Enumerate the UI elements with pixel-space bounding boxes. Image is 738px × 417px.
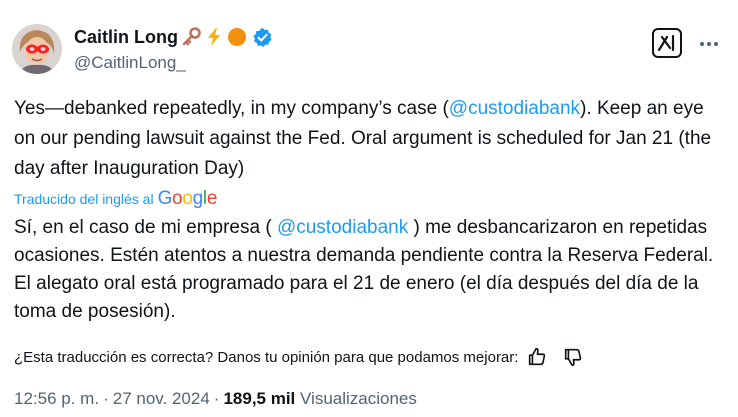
tweet-date[interactable]: 27 nov. 2024 — [113, 389, 210, 408]
translated-by-label: Traducido del inglés al — [14, 191, 154, 207]
key-emoji-icon — [181, 27, 201, 47]
thumbs-down-icon[interactable] — [562, 346, 584, 368]
meta-separator-2: · — [213, 389, 220, 408]
translated-text-part-1: Sí, en el caso de mi empresa ( — [14, 217, 277, 238]
avatar-image — [12, 24, 62, 74]
translated-mention-link[interactable]: @custodiabank — [277, 217, 408, 238]
google-logo: Google — [157, 188, 218, 209]
views-count: 189,5 mil — [223, 389, 296, 408]
translated-text: Sí, en el caso de mi empresa ( @custodia… — [14, 214, 726, 326]
translated-by-row: Traducido del inglés al Google — [14, 188, 217, 210]
avatar[interactable] — [12, 24, 62, 74]
author-display-name[interactable]: Caitlin Long — [74, 27, 178, 48]
tweet-time[interactable]: 12:56 p. m. — [14, 389, 99, 408]
author-handle[interactable]: @CaitlinLong_ — [74, 53, 186, 73]
orange-circle-emoji-icon — [227, 27, 247, 47]
mention-link[interactable]: @custodiabank — [449, 98, 580, 119]
more-dots-icon — [700, 42, 718, 46]
author-name-row: Caitlin Long — [74, 24, 273, 50]
translation-feedback-question: ¿Esta traducción es correcta? Danos tu o… — [14, 348, 519, 366]
meta-separator: · — [103, 389, 109, 408]
tweet-meta-row: 12:56 p. m. · 27 nov. 2024 · 189,5 mil Visua… — [14, 389, 417, 409]
verified-badge-icon[interactable] — [252, 27, 273, 48]
tweet-text-part-1: Yes—debanked repeatedly, in my company’s… — [14, 98, 449, 119]
views-label: Visualizaciones — [300, 389, 417, 408]
more-options-button[interactable] — [697, 34, 721, 54]
lightning-emoji-icon — [204, 27, 224, 47]
translation-feedback-row: ¿Esta traducción es correcta? Danos tu o… — [14, 346, 584, 368]
tweet-text: Yes—debanked repeatedly, in my company’s… — [14, 94, 726, 184]
grok-icon — [657, 34, 675, 52]
tweet-card: Caitlin Long @CaitlinLong_ Yes—debanked … — [0, 0, 738, 417]
grok-button[interactable] — [652, 28, 682, 58]
thumbs-up-icon[interactable] — [526, 346, 548, 368]
